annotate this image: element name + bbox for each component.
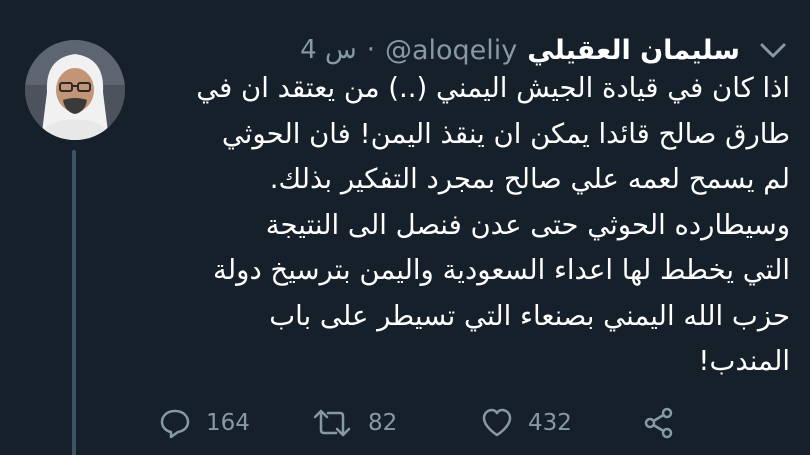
chevron-down-icon [760, 43, 786, 58]
timestamp[interactable]: 4 س [300, 35, 357, 65]
share-nodes-icon [644, 407, 673, 439]
avatar[interactable] [25, 40, 125, 140]
reply-count: 164 [206, 410, 250, 436]
tweet-line: التي يخطط لها اعداء السعودية واليمن بترس… [213, 254, 790, 286]
share-button[interactable] [642, 406, 676, 440]
retweet-arrows-icon [313, 409, 351, 437]
speech-bubble-icon [160, 409, 190, 439]
tweet-line: وسيطارده الحوثي حتى عدن فنصل الى النتيجة [265, 208, 790, 241]
tweet-line: لم يسمح لعمه علي صالح بمجرد التفكير بذلك… [269, 163, 790, 195]
user-handle[interactable]: @aloqeliy [385, 35, 517, 66]
tweet-line: المندب! [698, 345, 790, 377]
retweet-button[interactable]: 82 [310, 406, 397, 440]
like-count: 432 [528, 410, 572, 436]
tweet-line: اذا كان في قيادة الجيش اليمني (..) من يع… [196, 72, 790, 104]
reply-button[interactable]: 164 [158, 406, 250, 440]
tweet-line: حزب الله اليمني بصنعاء التي تسيطر على با… [269, 299, 790, 332]
display-name[interactable]: سليمان العقيلي [527, 35, 740, 66]
tweet-menu-button[interactable] [758, 38, 788, 62]
tweet-body: اذا كان في قيادة الجيش اليمني (..) من يع… [140, 66, 790, 385]
action-bar: 164 82 432 [0, 400, 810, 450]
avatar-photo [25, 40, 125, 140]
tweet-card[interactable]: 4 س · @aloqeliy سليمان العقيلي اذا كان ف… [0, 0, 810, 455]
separator-dot: · [366, 35, 375, 65]
tweet-header: 4 س · @aloqeliy سليمان العقيلي [140, 32, 740, 68]
tweet-line: طارق صالح قائدا يمكن ان ينقذ اليمن! فان … [221, 117, 790, 150]
like-button[interactable]: 432 [480, 406, 572, 440]
heart-outline-icon [482, 408, 512, 437]
retweet-count: 82 [368, 410, 398, 436]
